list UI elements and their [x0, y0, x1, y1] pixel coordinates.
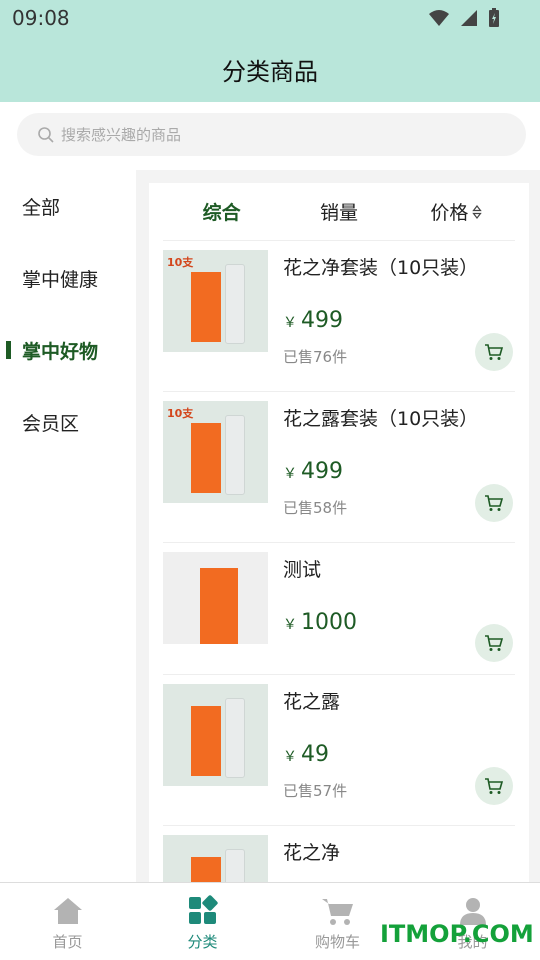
- product-image[interactable]: 10支: [163, 250, 268, 352]
- add-to-cart-button[interactable]: [475, 767, 513, 805]
- add-to-cart-button[interactable]: [475, 484, 513, 522]
- cart-icon: [485, 344, 504, 360]
- sort-bar: 综合 销量 价格: [163, 183, 515, 241]
- product-panel: 综合 销量 价格 10支 花之净套装（10只装） ￥ 499 已售76件 10支 …: [149, 183, 529, 882]
- sold-count: 已售76件: [283, 348, 348, 366]
- currency-symbol: ￥: [283, 749, 297, 765]
- page-title: 分类商品: [222, 58, 318, 86]
- price-value: 499: [301, 308, 343, 333]
- product-item[interactable]: 10支 花之净套装（10只装） ￥ 499 已售76件: [163, 241, 515, 392]
- tab-label: 分类: [187, 933, 218, 951]
- cart-icon: [485, 495, 504, 511]
- product-box: [191, 857, 221, 882]
- product-name: 花之露: [283, 691, 341, 713]
- status-time: 09:08: [12, 6, 70, 30]
- product-bottle: [225, 849, 245, 882]
- image-badge: 10支: [167, 256, 194, 269]
- product-box: [191, 423, 221, 493]
- sidebar-item-goods[interactable]: 掌中好物: [0, 314, 136, 386]
- price-value: 499: [301, 459, 343, 484]
- product-image[interactable]: [163, 835, 268, 882]
- sort-tab-sales[interactable]: 销量: [280, 198, 397, 225]
- product-item[interactable]: 10支 花之露套装（10只装） ￥ 499 已售58件: [163, 392, 515, 543]
- wifi-icon: [429, 10, 449, 26]
- tab-label: 购物车: [314, 933, 360, 951]
- price-value: 1000: [301, 610, 357, 635]
- product-image[interactable]: 10支: [163, 401, 268, 503]
- product-box: [191, 272, 221, 342]
- product-item[interactable]: 花之净: [163, 826, 515, 882]
- product-price: ￥ 499: [283, 308, 343, 333]
- product-price: ￥ 49: [283, 742, 329, 767]
- sort-tab-label: 综合: [202, 202, 241, 224]
- tab-category[interactable]: 分类: [135, 883, 270, 960]
- product-item[interactable]: 测试 ￥ 1000: [163, 543, 515, 675]
- product-name: 花之露套装（10只装）: [283, 408, 479, 430]
- cart-icon: [321, 899, 353, 925]
- sort-arrows-icon: [472, 204, 483, 219]
- search-box[interactable]: [17, 113, 526, 156]
- currency-symbol: ￥: [283, 315, 297, 331]
- sort-tab-label: 价格: [430, 202, 469, 224]
- header-bar: 09:08 分类商品: [0, 0, 540, 102]
- status-icons: [428, 8, 500, 28]
- category-sidebar: 全部 掌中健康 掌中好物 会员区: [0, 170, 136, 882]
- active-indicator: [6, 341, 11, 359]
- watermark: ITMOP.COM: [380, 920, 534, 948]
- add-to-cart-button[interactable]: [475, 333, 513, 371]
- search-icon: [38, 126, 54, 143]
- sidebar-item-health[interactable]: 掌中健康: [0, 242, 136, 314]
- sidebar-item-label: 全部: [22, 196, 61, 219]
- image-badge: 10支: [167, 407, 194, 420]
- product-image[interactable]: [163, 552, 268, 644]
- sort-tab-label: 销量: [319, 202, 358, 224]
- product-box: [200, 568, 238, 644]
- sidebar-item-label: 掌中好物: [22, 340, 99, 363]
- cart-icon: [485, 635, 504, 651]
- currency-symbol: ￥: [283, 466, 297, 482]
- product-bottle: [225, 698, 245, 778]
- sold-count: 已售58件: [283, 499, 348, 517]
- product-price: ￥ 499: [283, 459, 343, 484]
- search-bar: [0, 102, 540, 170]
- cart-icon: [485, 778, 504, 794]
- currency-symbol: ￥: [283, 617, 297, 633]
- sold-count: 已售57件: [283, 782, 348, 800]
- product-name: 测试: [283, 559, 322, 581]
- product-bottle: [225, 264, 245, 344]
- product-item[interactable]: 花之露 ￥ 49 已售57件: [163, 675, 515, 826]
- search-input[interactable]: [61, 125, 481, 144]
- tab-label: 首页: [52, 933, 83, 951]
- sidebar-item-member[interactable]: 会员区: [0, 386, 136, 458]
- product-box: [191, 706, 221, 776]
- signal-icon: [461, 10, 477, 26]
- sidebar-item-label: 掌中健康: [22, 268, 99, 291]
- sort-tab-price[interactable]: 价格: [398, 198, 515, 225]
- sort-tab-overall[interactable]: 综合: [163, 198, 280, 225]
- price-value: 49: [301, 742, 329, 767]
- product-name: 花之净套装（10只装）: [283, 257, 479, 279]
- home-icon: [53, 898, 82, 924]
- product-price: ￥ 1000: [283, 610, 357, 635]
- sidebar-item-label: 会员区: [22, 412, 80, 435]
- product-image[interactable]: [163, 684, 268, 786]
- product-name: 花之净: [283, 842, 341, 864]
- add-to-cart-button[interactable]: [475, 624, 513, 662]
- battery-icon: [489, 8, 499, 27]
- sidebar-item-all[interactable]: 全部: [0, 170, 136, 242]
- product-bottle: [225, 415, 245, 495]
- category-icon: [188, 895, 218, 924]
- tab-home[interactable]: 首页: [0, 883, 135, 960]
